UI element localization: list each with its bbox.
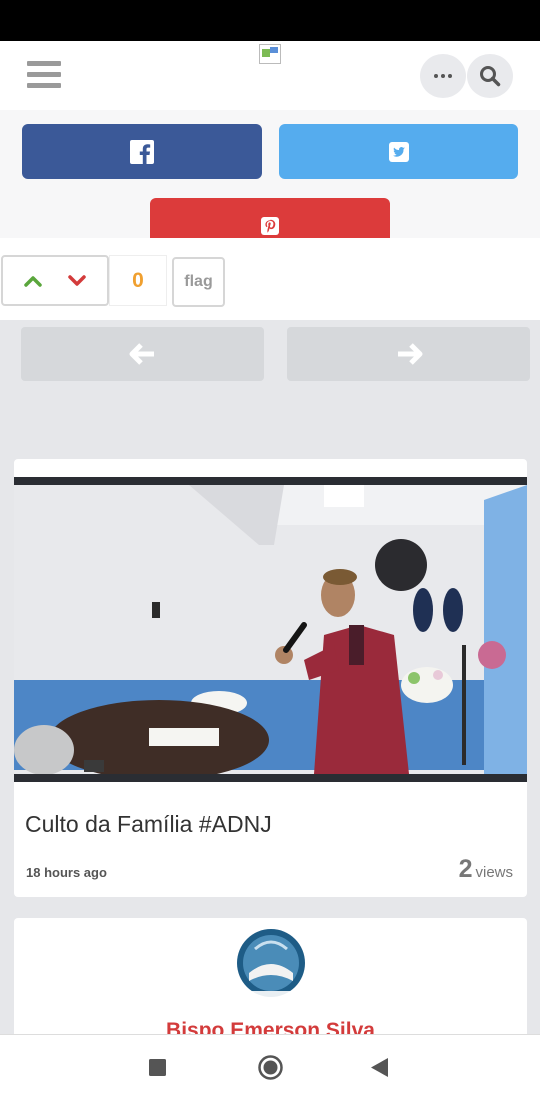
vote-count: 0 <box>109 255 167 306</box>
views-count: 2 <box>458 855 473 883</box>
twitter-icon <box>388 141 409 162</box>
chevron-down-icon <box>68 274 86 286</box>
post-card[interactable]: Culto da Família #ADNJ 18 hours ago 2 vie… <box>14 459 527 897</box>
upvote-button[interactable] <box>24 275 42 287</box>
post-time: 18 hours ago <box>26 865 107 880</box>
video-thumbnail[interactable] <box>14 477 527 782</box>
views-label: views <box>475 864 513 881</box>
search-icon <box>480 66 501 87</box>
twitter-share-button[interactable] <box>279 124 518 179</box>
arrow-left-icon <box>129 343 154 365</box>
next-post-button[interactable] <box>287 327 530 381</box>
arrow-right-icon <box>397 343 422 365</box>
facebook-icon <box>130 139 154 164</box>
post-title[interactable]: Culto da Família #ADNJ <box>25 811 272 838</box>
share-buttons <box>0 110 540 253</box>
downvote-button[interactable] <box>68 274 86 287</box>
vote-buttons <box>1 255 109 306</box>
system-navigation-bar <box>0 1034 540 1099</box>
circle-home-icon[interactable] <box>258 1055 283 1080</box>
search-button[interactable] <box>467 54 513 98</box>
chevron-up-icon <box>24 275 42 287</box>
post-views: 2 views <box>459 855 513 884</box>
pinterest-icon <box>261 216 279 235</box>
square-recents-icon[interactable] <box>149 1059 166 1076</box>
video-thumbnail-image <box>14 485 527 774</box>
top-header <box>0 41 540 110</box>
vote-section: 0 flag <box>0 238 540 320</box>
facebook-share-button[interactable] <box>22 124 262 179</box>
author-logo-icon[interactable] <box>235 929 307 1004</box>
more-options-button[interactable] <box>420 54 466 98</box>
status-bar <box>0 0 540 41</box>
previous-post-button[interactable] <box>21 327 264 381</box>
broken-image-icon[interactable] <box>259 44 281 64</box>
triangle-back-icon[interactable] <box>371 1058 388 1077</box>
hamburger-menu-icon[interactable] <box>27 61 61 89</box>
flag-button[interactable]: flag <box>172 257 225 307</box>
more-dots-icon <box>434 74 452 78</box>
